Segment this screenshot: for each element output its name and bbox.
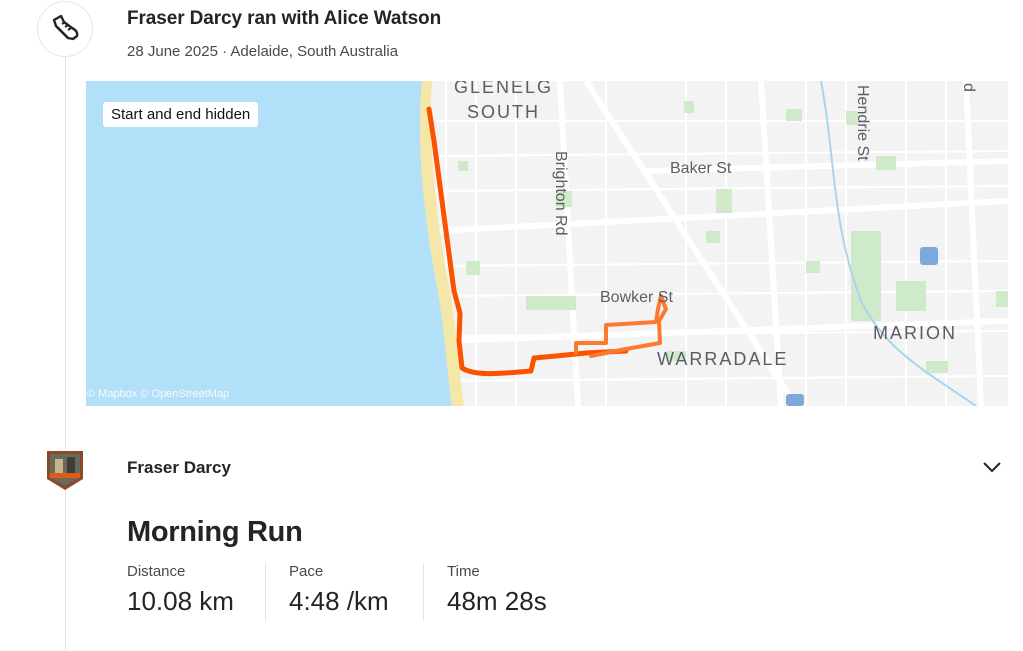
feed-timeline-line: [65, 55, 66, 651]
map-label-brighton-rd: Brighton Rd: [552, 151, 569, 236]
date-location: 28 June 2025 · Adelaide, South Australia: [127, 43, 399, 60]
map-label-warradale: WARRADALE: [657, 349, 788, 369]
map-label-south: SOUTH: [467, 102, 540, 122]
map-label-glenelg: GLENELG: [454, 81, 553, 97]
train-station-icon: [786, 394, 804, 406]
stat-time: Time 48m 28s: [447, 563, 547, 617]
feed-entry-title[interactable]: Fraser Darcy ran with Alice Watson: [127, 8, 441, 30]
stat-label: Pace: [289, 563, 324, 580]
stat-divider: [265, 563, 266, 621]
stat-value: 4:48 /km: [289, 586, 389, 616]
stat-divider: [423, 563, 424, 621]
map-label-hendrie-st: Hendrie St: [854, 85, 871, 161]
stat-pace: Pace 4:48 /km: [289, 563, 389, 617]
activity-title[interactable]: Morning Run: [127, 516, 303, 549]
route-map[interactable]: GLENELG SOUTH Brighton Rd Baker St Hendr…: [86, 81, 1008, 406]
train-station-icon: [920, 247, 938, 265]
stat-label: Time: [447, 563, 480, 580]
athlete-name[interactable]: Fraser Darcy: [127, 458, 231, 478]
start-end-hidden-badge: Start and end hidden: [103, 102, 259, 127]
run-sport-badge: [37, 1, 93, 57]
chevron-down-icon[interactable]: [980, 455, 1004, 479]
map-label-baker-st: Baker St: [670, 160, 732, 177]
stat-value: 10.08 km: [127, 586, 234, 616]
map-label-edge: d: [960, 83, 977, 92]
map-attribution[interactable]: © Mapbox © OpenStreetMap: [87, 388, 229, 400]
stat-label: Distance: [127, 563, 186, 580]
athlete-avatar[interactable]: [45, 449, 85, 491]
stat-distance: Distance 10.08 km: [127, 563, 234, 617]
map-label-marion: MARION: [873, 323, 957, 343]
running-shoe-icon: [52, 14, 79, 41]
stat-value: 48m 28s: [447, 586, 547, 616]
map-canvas: GLENELG SOUTH Brighton Rd Baker St Hendr…: [86, 81, 1008, 406]
map-label-bowker-st: Bowker St: [600, 289, 673, 306]
